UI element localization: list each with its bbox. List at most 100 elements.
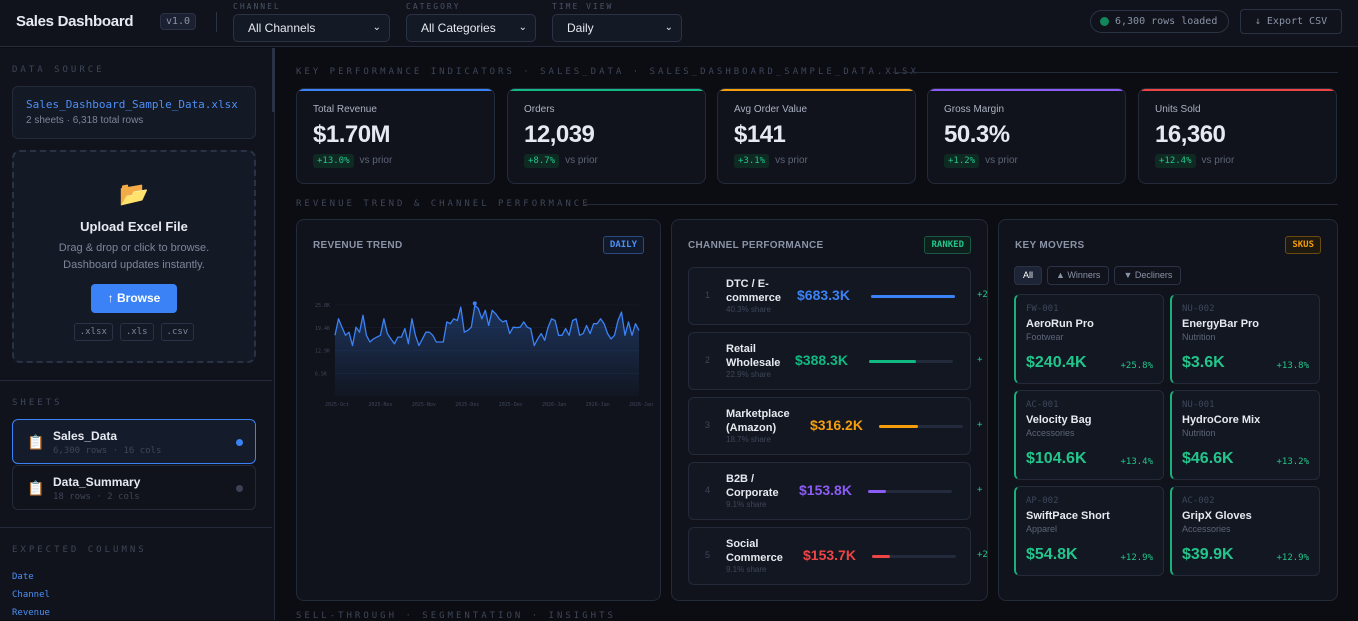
mover-name: HydroCore Mix	[1182, 414, 1309, 426]
mover-value: $240.4K	[1026, 354, 1087, 372]
filter-all[interactable]: All	[1014, 266, 1042, 285]
kpi-vs-label: vs prior	[1202, 155, 1235, 166]
channel-row[interactable]: 4 B2B / Corporate 9.1% share $153.8K +	[688, 462, 971, 520]
channel-rank: 4	[705, 485, 710, 495]
mover-name: AeroRun Pro	[1026, 318, 1153, 330]
channel-filter-label: CHANNEL	[233, 0, 390, 14]
mover-sku: AP-002	[1026, 496, 1153, 506]
browse-button[interactable]: ↑ Browse	[91, 284, 177, 313]
mover-card[interactable]: AC-002 GripX Gloves Accessories $39.9K +…	[1170, 486, 1320, 576]
kpi-value: 12,039	[524, 121, 689, 149]
mover-name: EnergyBar Pro	[1182, 318, 1309, 330]
mover-category: Accessories	[1182, 524, 1309, 534]
mover-sku: NU-002	[1182, 304, 1309, 314]
sheet-name: Sales_Data	[53, 429, 117, 443]
channel-delta: +2	[977, 290, 988, 300]
expected-column: Revenue	[12, 608, 50, 618]
x-tick-label: 2025-Nov	[368, 402, 392, 408]
kpi-delta: +1.2%	[944, 154, 979, 168]
inactive-dot-icon	[236, 485, 243, 492]
ranked-badge: RANKED	[924, 236, 971, 254]
revenue-trend-panel: REVENUE TREND DAILY 6.5K12.9K19.4K25.8K2…	[296, 219, 661, 601]
kpi-accent-bar	[928, 89, 1125, 91]
divider	[216, 12, 217, 32]
channel-delta: +2	[977, 550, 988, 560]
channel-select[interactable]: All Channels⌄	[233, 14, 390, 42]
revenue-trend-chart: 6.5K12.9K19.4K25.8K2025-Oct2025-Nov2025-…	[297, 220, 661, 601]
divider	[0, 380, 272, 381]
key-movers-panel: KEY MOVERS SKUS All ▲ Winners ▼ Decliner…	[998, 219, 1338, 601]
y-tick-label: 25.8K	[315, 303, 330, 309]
panel-title: KEY MOVERS	[1015, 240, 1085, 251]
mover-category: Apparel	[1026, 524, 1153, 534]
active-dot-icon	[236, 439, 243, 446]
mover-card[interactable]: NU-002 EnergyBar Pro Nutrition $3.6K +13…	[1170, 294, 1320, 384]
folder-icon: 📂	[14, 180, 254, 209]
ext-badge: .xlsx	[74, 323, 113, 341]
kpi-accent-bar	[297, 89, 494, 91]
channel-name: Marketplace (Amazon)	[726, 407, 801, 435]
upload-desc: Drag & drop or click to browse.	[14, 240, 254, 257]
filter-winners[interactable]: ▲ Winners	[1047, 266, 1109, 285]
mover-sku: NU-001	[1182, 400, 1309, 410]
mover-name: SwiftPace Short	[1026, 510, 1153, 522]
mover-card[interactable]: NU-001 HydroCore Mix Nutrition $46.6K +1…	[1170, 390, 1320, 480]
x-tick-label: 2025-Dec	[499, 402, 523, 408]
x-tick-label: 2025-Oct	[325, 402, 349, 408]
mover-value: $39.9K	[1182, 546, 1234, 564]
rows-loaded-status: 6,300 rows loaded	[1090, 10, 1229, 33]
channel-share-fill	[872, 555, 890, 558]
mover-card[interactable]: AP-002 SwiftPace Short Apparel $54.8K +1…	[1014, 486, 1164, 576]
channel-rank: 3	[705, 420, 710, 430]
upload-dropzone[interactable]: 📂 Upload Excel File Drag & drop or click…	[12, 150, 256, 363]
chevron-down-icon: ⌄	[519, 15, 527, 41]
channel-row[interactable]: 5 Social Commerce 9.1% share $153.7K +2	[688, 527, 971, 585]
clipboard-icon: 📋	[27, 434, 44, 451]
sheet-item-sales-data[interactable]: 📋 Sales_Data 6,300 rows · 16 cols	[12, 419, 256, 464]
channel-value: $683.3K	[797, 287, 850, 303]
divider	[0, 527, 272, 528]
kpi-value: $1.70M	[313, 121, 478, 149]
sheet-name: Data_Summary	[53, 475, 140, 489]
channel-share-fill	[879, 425, 918, 428]
mover-card[interactable]: AC-001 Velocity Bag Accessories $104.6K …	[1014, 390, 1164, 480]
kpi-section-title: KEY PERFORMANCE INDICATORS · SALES_DATA …	[296, 67, 919, 77]
channel-share-fill	[871, 295, 955, 298]
x-tick-label: 2026-Jan	[542, 402, 566, 408]
channel-row[interactable]: 3 Marketplace (Amazon) 18.7% share $316.…	[688, 397, 971, 455]
kpi-card: Orders 12,039 +8.7%vs prior	[507, 88, 706, 184]
data-source-card: Sales_Dashboard_Sample_Data.xlsx 2 sheet…	[12, 86, 256, 139]
category-select[interactable]: All Categories ⌄	[406, 14, 536, 42]
status-dot-icon	[1100, 17, 1109, 26]
mover-change: +12.9%	[1276, 553, 1309, 563]
channel-value: $316.2K	[810, 417, 863, 433]
kpi-label: Avg Order Value	[734, 104, 899, 115]
divider	[583, 204, 1338, 205]
channel-performance-panel: CHANNEL PERFORMANCE RANKED 1 DTC / E-com…	[671, 219, 988, 601]
kpi-delta: +12.4%	[1155, 154, 1196, 168]
category-select-value: All Categories	[421, 21, 496, 35]
time-view-select[interactable]: Daily⌄	[552, 14, 682, 42]
channel-share: 9.1% share	[726, 565, 766, 574]
channel-name: B2B / Corporate	[726, 472, 801, 500]
sheet-item-data-summary[interactable]: 📋 Data_Summary 18 rows · 2 cols	[12, 465, 256, 510]
channel-value: $388.3K	[795, 352, 848, 368]
channel-row[interactable]: 2 Retail Wholesale 22.9% share $388.3K +	[688, 332, 971, 390]
filter-decliners[interactable]: ▼ Decliners	[1114, 266, 1181, 285]
mover-value: $3.6K	[1182, 354, 1225, 372]
channel-share: 22.9% share	[726, 370, 771, 379]
sidebar-scrollbar[interactable]	[272, 48, 275, 112]
sheets-label: SHEETS	[12, 398, 63, 408]
export-csv-button[interactable]: ↓ Export CSV	[1240, 9, 1342, 34]
channel-row[interactable]: 1 DTC / E-commerce 40.3% share $683.3K +…	[688, 267, 971, 325]
upload-title: Upload Excel File	[14, 219, 254, 234]
channel-filter: CHANNEL All Channels⌄	[233, 0, 390, 42]
time-view-select-value: Daily	[567, 21, 594, 35]
channel-share-bar	[868, 490, 952, 493]
kpi-value: $141	[734, 121, 899, 149]
expected-column: Channel	[12, 590, 50, 600]
x-tick-label: 2026-Jan	[629, 402, 653, 408]
top-bar: Sales Dashboard v1.0 CHANNEL All Channel…	[0, 0, 1358, 47]
kpi-accent-bar	[508, 89, 705, 91]
mover-card[interactable]: FW-001 AeroRun Pro Footwear $240.4K +25.…	[1014, 294, 1164, 384]
